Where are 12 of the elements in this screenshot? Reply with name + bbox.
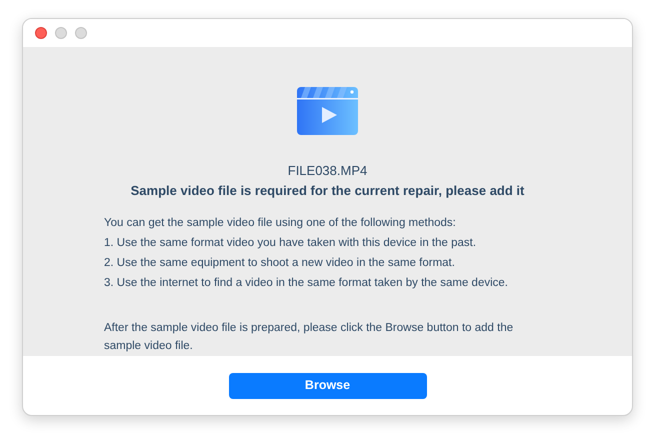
video-clip-icon [297,87,358,135]
heading: Sample video file is required for the current repair, please add it [130,183,524,199]
file-name: FILE038.MP4 [288,163,368,179]
method-item: 2. Use the same equipment to shoot a new video in the same format. [104,256,456,271]
zoom-button[interactable] [75,27,87,39]
method-item: 3. Use the internet to find a video in the same format taken by the same device. [104,276,509,291]
method-item: 1. Use the same format video you have taken with this device in the past. [104,236,478,251]
methods-intro: You can get the sample video file using one of the following methods: [104,216,457,231]
close-button[interactable] [35,27,47,39]
minimize-button[interactable] [55,27,67,39]
browse-button[interactable]: Browse [228,372,426,398]
instruction-text: After the sample video file is prepared, please click the Browse button to add the sample video file. [104,321,514,354]
